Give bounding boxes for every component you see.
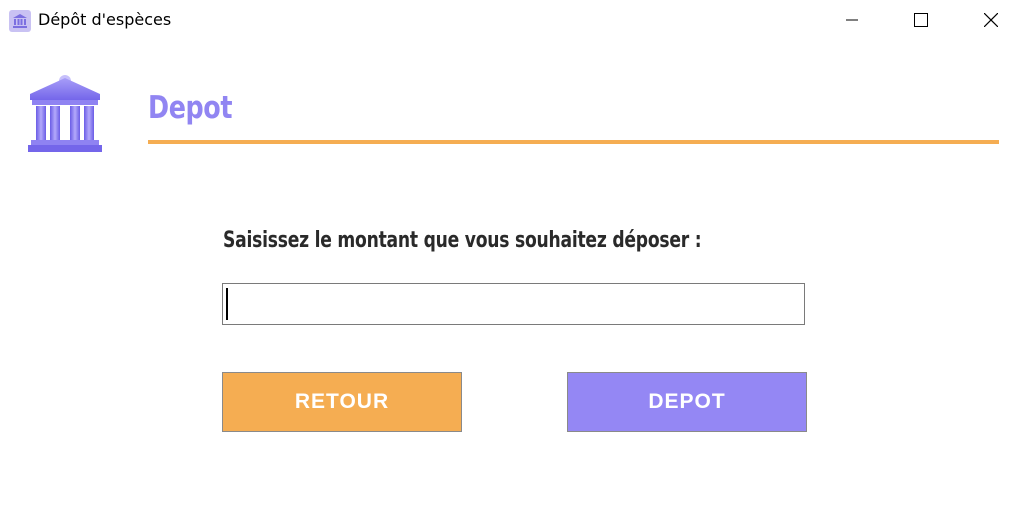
page-title: Depot	[148, 90, 233, 126]
back-button[interactable]: RETOUR	[222, 372, 462, 432]
amount-input[interactable]	[222, 283, 805, 325]
window-title: Dépôt d'espèces	[38, 10, 172, 29]
minimize-icon	[846, 19, 858, 21]
close-button[interactable]	[968, 0, 1014, 40]
bank-app-icon	[9, 10, 31, 32]
bank-building-icon	[26, 72, 104, 159]
maximize-button[interactable]	[898, 0, 944, 40]
deposit-button[interactable]: DEPOT	[567, 372, 807, 432]
close-icon	[984, 13, 998, 27]
maximize-icon	[914, 13, 928, 27]
header-divider	[148, 140, 999, 144]
minimize-button[interactable]	[829, 0, 875, 40]
window-titlebar: Dépôt d'espèces	[0, 0, 1024, 40]
text-caret	[226, 288, 228, 320]
amount-prompt-label: Saisissez le montant que vous souhaitez …	[223, 228, 702, 253]
